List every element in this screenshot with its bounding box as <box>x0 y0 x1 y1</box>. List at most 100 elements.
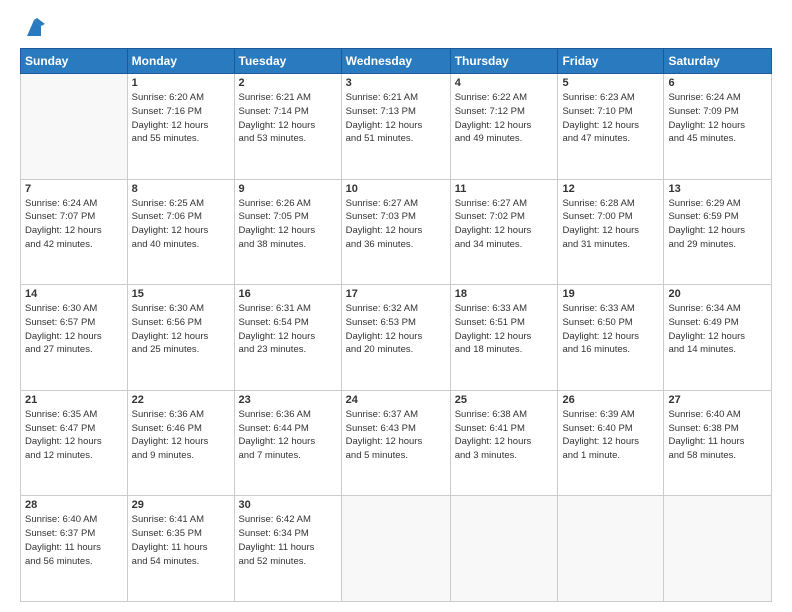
table-row: 29 Sunrise: 6:41 AMSunset: 6:35 PMDayligh… <box>127 496 234 602</box>
header-monday: Monday <box>127 49 234 74</box>
table-row <box>21 74 128 180</box>
table-row: 3 Sunrise: 6:21 AMSunset: 7:13 PMDaylight… <box>341 74 450 180</box>
day-number: 27 <box>668 394 767 406</box>
table-row: 18Sunrise: 6:33 AMSunset: 6:51 PMDayligh… <box>450 285 558 391</box>
day-info: Sunrise: 6:22 AMSunset: 7:12 PMDaylight:… <box>455 91 554 146</box>
table-row: 16 Sunrise: 6:31 AMSunset: 6:54 PMDayligh… <box>234 285 341 391</box>
day-info: Sunrise: 6:20 AMSunset: 7:16 PMDaylight:… <box>132 91 230 146</box>
day-info: Sunrise: 6:26 AMSunset: 7:05 PMDaylight:… <box>239 197 337 252</box>
table-row: 17 Sunrise: 6:32 AMSunset: 6:53 PMDayligh… <box>341 285 450 391</box>
table-row: 15 Sunrise: 6:30 AMSunset: 6:56 PMDayligh… <box>127 285 234 391</box>
day-number: 19 <box>562 288 659 300</box>
day-info: Sunrise: 6:33 AMSunset: 6:50 PMDaylight:… <box>562 302 659 357</box>
day-number: 16 <box>239 288 337 300</box>
table-row: 20 Sunrise: 6:34 AMSunset: 6:49 PMDayligh… <box>664 285 772 391</box>
table-row: 2 Sunrise: 6:21 AMSunset: 7:14 PMDaylight… <box>234 74 341 180</box>
table-row: 22 Sunrise: 6:36 AMSunset: 6:46 PMDayligh… <box>127 390 234 496</box>
calendar-week-row: 28 Sunrise: 6:40 AMSunset: 6:37 PMDayligh… <box>21 496 772 602</box>
day-info: Sunrise: 6:41 AMSunset: 6:35 PMDaylight:… <box>132 513 230 568</box>
day-info: Sunrise: 6:23 AMSunset: 7:10 PMDaylight:… <box>562 91 659 146</box>
day-info: Sunrise: 6:25 AMSunset: 7:06 PMDaylight:… <box>132 197 230 252</box>
day-info: Sunrise: 6:32 AMSunset: 6:53 PMDaylight:… <box>346 302 446 357</box>
calendar-week-row: 21Sunrise: 6:35 AMSunset: 6:47 PMDayligh… <box>21 390 772 496</box>
table-row: 14 Sunrise: 6:30 AMSunset: 6:57 PMDayligh… <box>21 285 128 391</box>
day-number: 30 <box>239 499 337 511</box>
table-row: 11 Sunrise: 6:27 AMSunset: 7:02 PMDayligh… <box>450 179 558 285</box>
day-number: 5 <box>562 77 659 89</box>
day-info: Sunrise: 6:38 AMSunset: 6:41 PMDaylight:… <box>455 408 554 463</box>
table-row: 30 Sunrise: 6:42 AMSunset: 6:34 PMDayligh… <box>234 496 341 602</box>
day-number: 20 <box>668 288 767 300</box>
table-row: 27 Sunrise: 6:40 AMSunset: 6:38 PMDayligh… <box>664 390 772 496</box>
calendar-week-row: 7 Sunrise: 6:24 AMSunset: 7:07 PMDaylight… <box>21 179 772 285</box>
header-friday: Friday <box>558 49 664 74</box>
table-row: 8 Sunrise: 6:25 AMSunset: 7:06 PMDaylight… <box>127 179 234 285</box>
day-number: 23 <box>239 394 337 406</box>
day-number: 7 <box>25 183 123 195</box>
day-number: 6 <box>668 77 767 89</box>
day-info: Sunrise: 6:27 AMSunset: 7:02 PMDaylight:… <box>455 197 554 252</box>
day-info: Sunrise: 6:29 AMSunset: 6:59 PMDaylight:… <box>668 197 767 252</box>
day-info: Sunrise: 6:31 AMSunset: 6:54 PMDaylight:… <box>239 302 337 357</box>
day-number: 18 <box>455 288 554 300</box>
calendar-week-row: 14 Sunrise: 6:30 AMSunset: 6:57 PMDayligh… <box>21 285 772 391</box>
day-number: 3 <box>346 77 446 89</box>
day-info: Sunrise: 6:24 AMSunset: 7:07 PMDaylight:… <box>25 197 123 252</box>
table-row <box>341 496 450 602</box>
day-info: Sunrise: 6:21 AMSunset: 7:13 PMDaylight:… <box>346 91 446 146</box>
day-number: 1 <box>132 77 230 89</box>
day-info: Sunrise: 6:36 AMSunset: 6:46 PMDaylight:… <box>132 408 230 463</box>
header-saturday: Saturday <box>664 49 772 74</box>
day-info: Sunrise: 6:40 AMSunset: 6:37 PMDaylight:… <box>25 513 123 568</box>
calendar-week-row: 1 Sunrise: 6:20 AMSunset: 7:16 PMDaylight… <box>21 74 772 180</box>
day-number: 17 <box>346 288 446 300</box>
day-info: Sunrise: 6:40 AMSunset: 6:38 PMDaylight:… <box>668 408 767 463</box>
day-info: Sunrise: 6:27 AMSunset: 7:03 PMDaylight:… <box>346 197 446 252</box>
day-number: 8 <box>132 183 230 195</box>
day-number: 25 <box>455 394 554 406</box>
table-row: 26Sunrise: 6:39 AMSunset: 6:40 PMDayligh… <box>558 390 664 496</box>
table-row: 28 Sunrise: 6:40 AMSunset: 6:37 PMDayligh… <box>21 496 128 602</box>
day-number: 22 <box>132 394 230 406</box>
logo <box>20 18 45 40</box>
day-number: 2 <box>239 77 337 89</box>
table-row: 24Sunrise: 6:37 AMSunset: 6:43 PMDayligh… <box>341 390 450 496</box>
table-row: 10Sunrise: 6:27 AMSunset: 7:03 PMDayligh… <box>341 179 450 285</box>
table-row: 6 Sunrise: 6:24 AMSunset: 7:09 PMDaylight… <box>664 74 772 180</box>
day-info: Sunrise: 6:34 AMSunset: 6:49 PMDaylight:… <box>668 302 767 357</box>
table-row: 13 Sunrise: 6:29 AMSunset: 6:59 PMDayligh… <box>664 179 772 285</box>
table-row: 4 Sunrise: 6:22 AMSunset: 7:12 PMDaylight… <box>450 74 558 180</box>
table-row: 7 Sunrise: 6:24 AMSunset: 7:07 PMDaylight… <box>21 179 128 285</box>
table-row <box>664 496 772 602</box>
header-thursday: Thursday <box>450 49 558 74</box>
day-number: 11 <box>455 183 554 195</box>
day-number: 21 <box>25 394 123 406</box>
table-row: 5 Sunrise: 6:23 AMSunset: 7:10 PMDaylight… <box>558 74 664 180</box>
day-info: Sunrise: 6:30 AMSunset: 6:56 PMDaylight:… <box>132 302 230 357</box>
day-number: 28 <box>25 499 123 511</box>
table-row: 21Sunrise: 6:35 AMSunset: 6:47 PMDayligh… <box>21 390 128 496</box>
day-info: Sunrise: 6:24 AMSunset: 7:09 PMDaylight:… <box>668 91 767 146</box>
logo-icon <box>23 18 45 40</box>
day-number: 12 <box>562 183 659 195</box>
day-number: 13 <box>668 183 767 195</box>
table-row: 12Sunrise: 6:28 AMSunset: 7:00 PMDayligh… <box>558 179 664 285</box>
day-info: Sunrise: 6:21 AMSunset: 7:14 PMDaylight:… <box>239 91 337 146</box>
day-number: 9 <box>239 183 337 195</box>
day-number: 15 <box>132 288 230 300</box>
day-number: 14 <box>25 288 123 300</box>
header-sunday: Sunday <box>21 49 128 74</box>
header-wednesday: Wednesday <box>341 49 450 74</box>
day-info: Sunrise: 6:36 AMSunset: 6:44 PMDaylight:… <box>239 408 337 463</box>
table-row: 25 Sunrise: 6:38 AMSunset: 6:41 PMDayligh… <box>450 390 558 496</box>
day-number: 4 <box>455 77 554 89</box>
day-info: Sunrise: 6:37 AMSunset: 6:43 PMDaylight:… <box>346 408 446 463</box>
table-row: 23 Sunrise: 6:36 AMSunset: 6:44 PMDayligh… <box>234 390 341 496</box>
day-info: Sunrise: 6:39 AMSunset: 6:40 PMDaylight:… <box>562 408 659 463</box>
table-row: 19 Sunrise: 6:33 AMSunset: 6:50 PMDayligh… <box>558 285 664 391</box>
header-tuesday: Tuesday <box>234 49 341 74</box>
calendar-header-row: Sunday Monday Tuesday Wednesday Thursday… <box>21 49 772 74</box>
day-info: Sunrise: 6:30 AMSunset: 6:57 PMDaylight:… <box>25 302 123 357</box>
day-info: Sunrise: 6:42 AMSunset: 6:34 PMDaylight:… <box>239 513 337 568</box>
day-number: 29 <box>132 499 230 511</box>
